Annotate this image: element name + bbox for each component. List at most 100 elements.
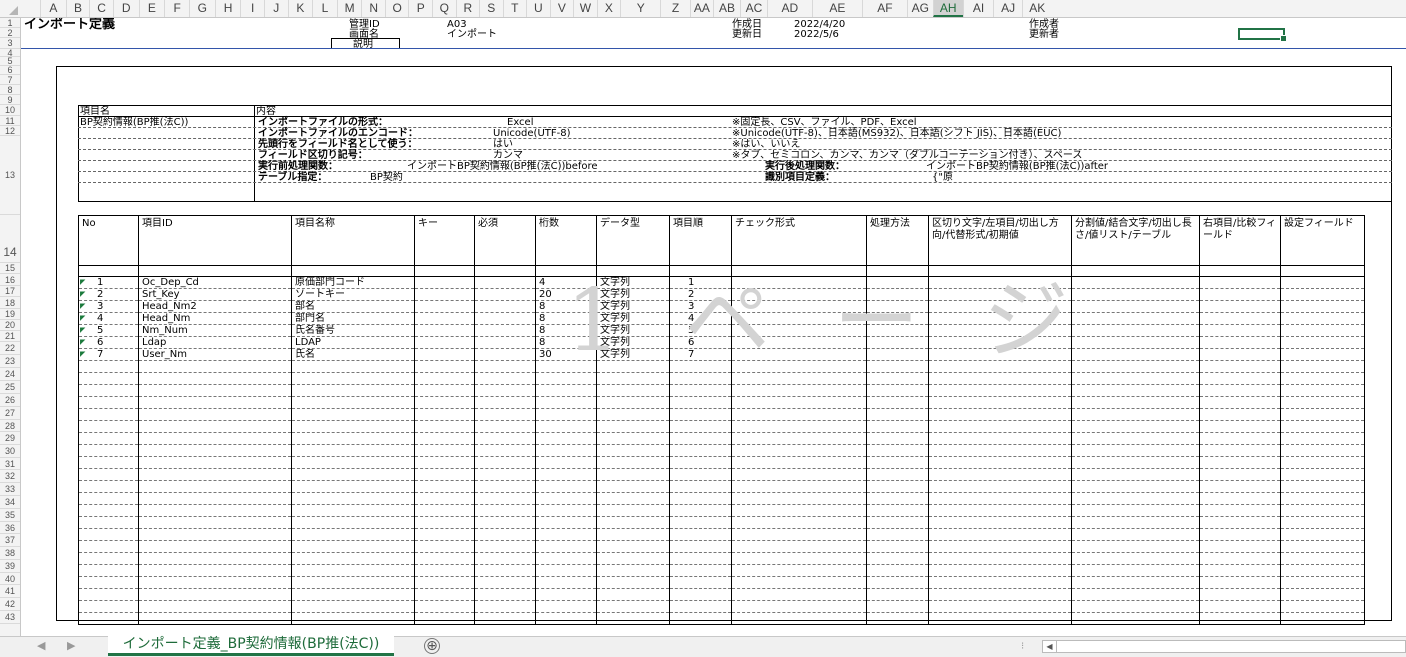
table-cell[interactable] (866, 480, 929, 493)
table-cell[interactable] (535, 552, 597, 565)
table-cell[interactable] (866, 336, 929, 349)
table-cell[interactable] (1280, 528, 1365, 541)
table-cell[interactable] (1280, 480, 1365, 493)
table-cell[interactable] (928, 276, 1072, 289)
table-cell[interactable] (78, 588, 139, 601)
table-cell[interactable] (596, 456, 670, 469)
table-cell[interactable]: ◤ 1 (78, 276, 139, 289)
table-cell[interactable] (669, 384, 732, 397)
table-cell[interactable] (414, 396, 475, 409)
table-cell[interactable]: 部名 (291, 300, 415, 313)
table-cell[interactable] (596, 372, 670, 385)
row-header-6[interactable]: 6 (0, 66, 20, 75)
table-cell[interactable] (928, 492, 1072, 505)
table-cell[interactable] (1199, 516, 1281, 529)
table-cell[interactable] (866, 516, 929, 529)
table-cell[interactable] (291, 480, 415, 493)
table-cell[interactable] (291, 528, 415, 541)
table-cell[interactable] (1280, 360, 1365, 373)
table-cell[interactable] (928, 540, 1072, 553)
table-cell[interactable] (535, 360, 597, 373)
table-cell[interactable]: Head_Nm2 (138, 300, 292, 313)
table-cell[interactable] (1071, 588, 1200, 601)
row-header-23[interactable]: 23 (0, 355, 20, 368)
table-cell[interactable] (138, 420, 292, 433)
table-cell[interactable] (928, 552, 1072, 565)
table-cell[interactable] (731, 396, 867, 409)
table-cell[interactable] (414, 312, 475, 325)
table-cell[interactable] (474, 528, 536, 541)
column-header-ak[interactable]: AK (1022, 0, 1051, 17)
table-cell[interactable] (731, 456, 867, 469)
table-cell[interactable] (1071, 360, 1200, 373)
table-cell[interactable] (291, 372, 415, 385)
column-header-d[interactable]: D (112, 0, 139, 17)
row-header-27[interactable]: 27 (0, 407, 20, 420)
column-header-j[interactable]: J (264, 0, 288, 17)
table-cell[interactable] (1280, 288, 1365, 301)
table-cell[interactable] (669, 600, 732, 613)
table-cell[interactable] (731, 576, 867, 589)
table-cell[interactable] (78, 528, 139, 541)
table-cell[interactable] (78, 456, 139, 469)
table-cell[interactable] (138, 600, 292, 613)
column-header-u[interactable]: U (526, 0, 550, 17)
table-cell[interactable] (138, 540, 292, 553)
table-cell[interactable] (1071, 300, 1200, 313)
active-cell-cursor[interactable] (1238, 28, 1287, 42)
table-cell[interactable] (474, 588, 536, 601)
table-cell[interactable] (1071, 600, 1200, 613)
row-header-3[interactable]: 3 (0, 38, 20, 49)
table-cell[interactable] (1071, 456, 1200, 469)
table-cell[interactable] (866, 444, 929, 457)
table-cell[interactable] (731, 420, 867, 433)
table-cell[interactable] (414, 456, 475, 469)
table-cell[interactable] (78, 540, 139, 553)
table-cell[interactable]: 文字列 (596, 276, 670, 289)
table-cell[interactable]: 7 (669, 348, 732, 361)
table-cell[interactable] (731, 360, 867, 373)
table-cell[interactable] (78, 432, 139, 445)
row-header-29[interactable]: 29 (0, 432, 20, 445)
table-cell[interactable] (535, 540, 597, 553)
table-cell[interactable] (474, 444, 536, 457)
table-cell[interactable] (1199, 552, 1281, 565)
table-cell[interactable] (669, 492, 732, 505)
table-cell[interactable] (928, 600, 1072, 613)
table-cell[interactable] (414, 420, 475, 433)
table-cell[interactable] (414, 348, 475, 361)
table-cell[interactable] (474, 504, 536, 517)
column-header-e[interactable]: E (138, 0, 165, 17)
table-cell[interactable] (1280, 336, 1365, 349)
table-cell[interactable] (291, 516, 415, 529)
table-cell[interactable] (928, 336, 1072, 349)
table-cell[interactable] (291, 420, 415, 433)
table-cell[interactable]: ◤ 4 (78, 312, 139, 325)
table-cell[interactable] (291, 576, 415, 589)
table-cell[interactable] (669, 564, 732, 577)
table-cell[interactable] (1071, 276, 1200, 289)
split-handle-icon[interactable]: ⁝ (1021, 641, 1024, 652)
table-cell[interactable] (1280, 348, 1365, 361)
table-cell[interactable] (731, 348, 867, 361)
table-cell[interactable] (1071, 516, 1200, 529)
row-header-22[interactable]: 22 (0, 342, 20, 355)
table-cell[interactable] (414, 612, 475, 625)
table-cell[interactable]: 5 (669, 324, 732, 337)
table-cell[interactable] (414, 372, 475, 385)
row-header-18[interactable]: 18 (0, 297, 20, 309)
table-cell[interactable] (731, 600, 867, 613)
table-cell[interactable] (866, 372, 929, 385)
table-cell[interactable] (535, 480, 597, 493)
table-cell[interactable] (78, 576, 139, 589)
table-cell[interactable] (1280, 456, 1365, 469)
table-cell[interactable] (928, 372, 1072, 385)
table-cell[interactable] (669, 396, 732, 409)
row-header-12[interactable]: 12 (0, 126, 20, 136)
row-header-24[interactable]: 24 (0, 368, 20, 381)
row-header-25[interactable]: 25 (0, 381, 20, 394)
table-cell[interactable] (291, 468, 415, 481)
table-cell[interactable] (1280, 420, 1365, 433)
table-cell[interactable] (1199, 432, 1281, 445)
table-cell[interactable] (414, 444, 475, 457)
